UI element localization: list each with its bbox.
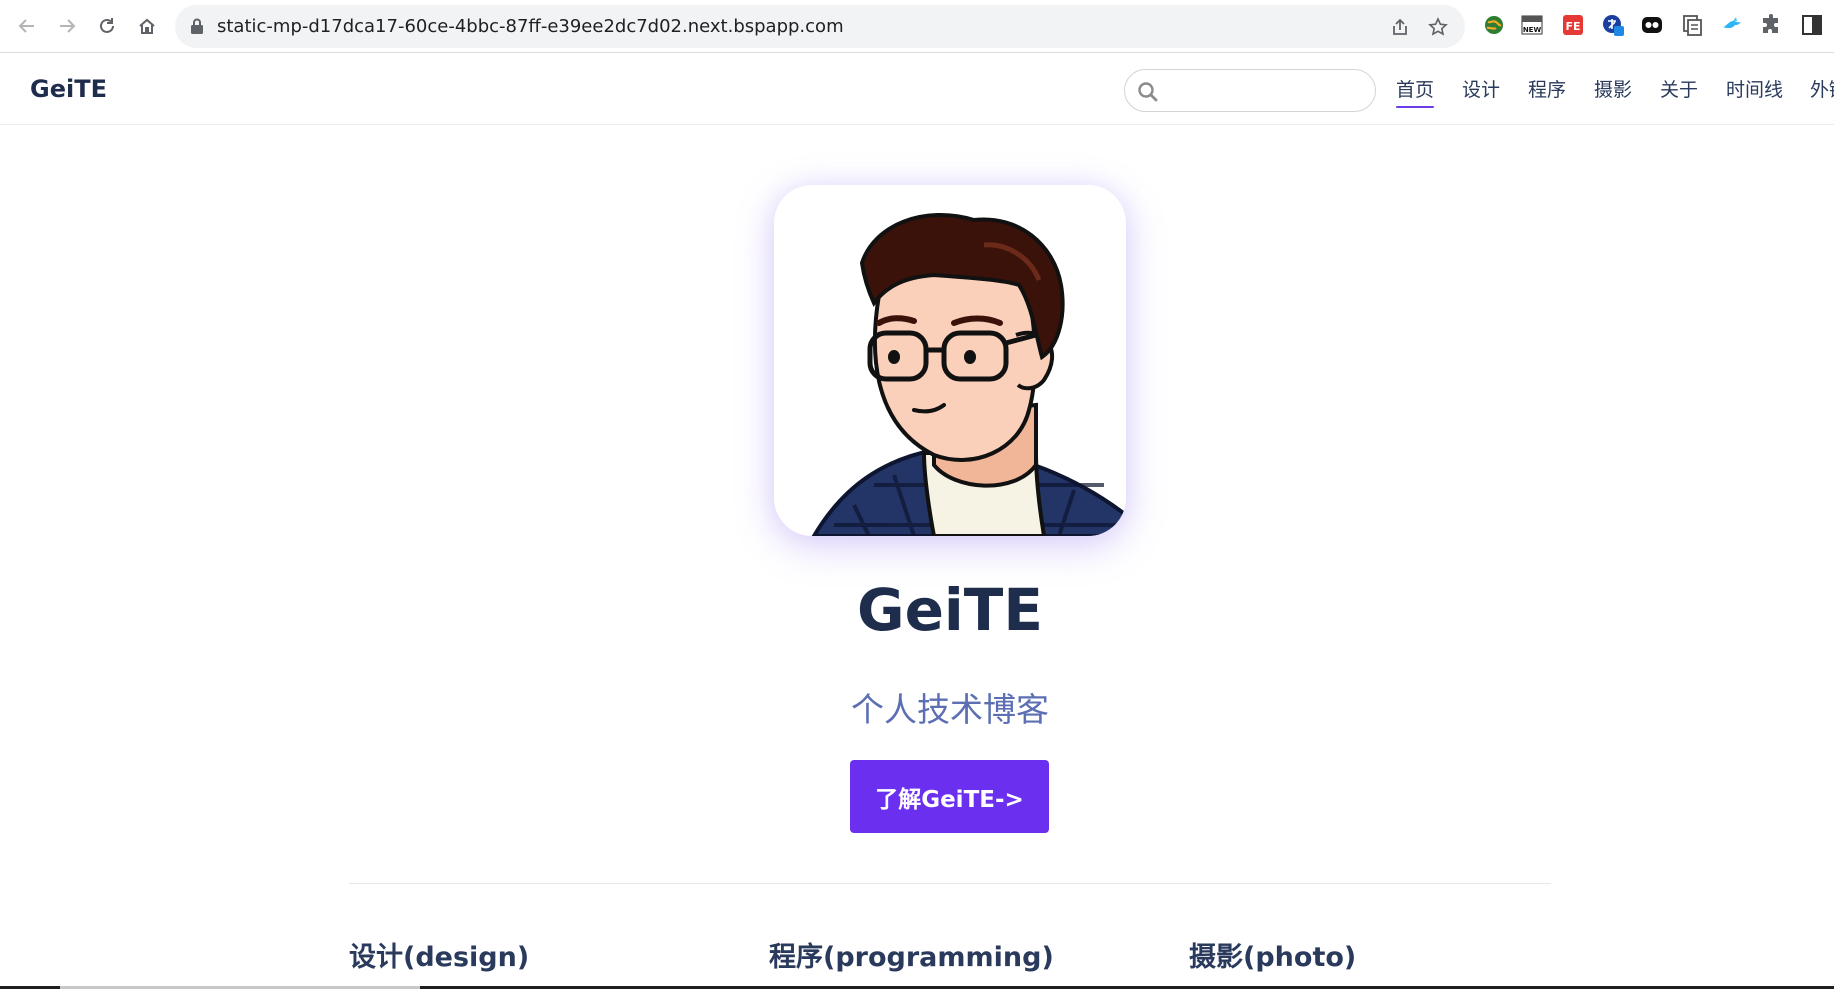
sidepanel-icon[interactable] bbox=[1800, 13, 1824, 37]
hero-subtitle: 个人技术博客 bbox=[851, 690, 1049, 729]
section-title-photo[interactable]: 摄影(photo) bbox=[1189, 935, 1356, 974]
avatar-illustration bbox=[811, 213, 1126, 536]
learn-more-button[interactable]: 了解GeiTE-> bbox=[850, 760, 1049, 833]
svg-text:FE: FE bbox=[1565, 20, 1580, 33]
back-button[interactable] bbox=[14, 13, 40, 39]
site-header: GeiTE 首页 设计 程序 摄影 关于 时间线 外链 bbox=[0, 53, 1834, 125]
home-icon bbox=[139, 18, 155, 34]
browser-toolbar: static-mp-d17dca17-60ce-4bbc-87ff-e39ee2… bbox=[0, 0, 1834, 53]
bookmark-star-icon[interactable] bbox=[1428, 17, 1448, 37]
lock-icon bbox=[191, 18, 203, 34]
fe-extension-icon[interactable]: FE bbox=[1561, 13, 1585, 37]
nav-item-about[interactable]: 关于 bbox=[1660, 75, 1698, 102]
bird-extension-icon[interactable] bbox=[1720, 13, 1744, 37]
forward-icon bbox=[60, 19, 76, 33]
forward-button[interactable] bbox=[54, 13, 80, 39]
section-title-programming[interactable]: 程序(programming) bbox=[769, 935, 1054, 974]
search-box[interactable] bbox=[1124, 69, 1376, 112]
back-icon bbox=[18, 19, 34, 33]
address-bar[interactable]: static-mp-d17dca17-60ce-4bbc-87ff-e39ee2… bbox=[175, 5, 1465, 48]
nav-item-links[interactable]: 外链 bbox=[1810, 75, 1834, 102]
svg-text:NEW: NEW bbox=[1523, 26, 1542, 34]
dots-extension-icon[interactable] bbox=[1640, 13, 1664, 37]
nav-item-timeline[interactable]: 时间线 bbox=[1726, 75, 1783, 102]
site-brand[interactable]: GeiTE bbox=[30, 75, 107, 103]
search-input[interactable] bbox=[1167, 78, 1362, 104]
search-icon bbox=[1138, 82, 1158, 102]
globe-extension-icon[interactable] bbox=[1482, 13, 1506, 37]
nav-item-photo[interactable]: 摄影 bbox=[1594, 75, 1632, 102]
new-extension-icon[interactable]: NEW bbox=[1520, 13, 1544, 37]
copy-extension-icon[interactable] bbox=[1680, 13, 1704, 37]
avatar bbox=[774, 185, 1126, 536]
home-button[interactable] bbox=[134, 13, 160, 39]
hero-title: GeiTE bbox=[856, 576, 1043, 644]
reload-button[interactable] bbox=[94, 13, 120, 39]
nav-item-home[interactable]: 首页 bbox=[1396, 75, 1435, 108]
url-text[interactable]: static-mp-d17dca17-60ce-4bbc-87ff-e39ee2… bbox=[217, 16, 844, 37]
section-divider bbox=[349, 883, 1551, 884]
share-icon[interactable] bbox=[1390, 17, 1410, 37]
section-title-design[interactable]: 设计(design) bbox=[349, 935, 529, 974]
translate-extension-icon[interactable] bbox=[1601, 13, 1625, 37]
nav-item-programming[interactable]: 程序 bbox=[1528, 75, 1566, 102]
nav-item-design[interactable]: 设计 bbox=[1462, 75, 1500, 102]
reload-icon bbox=[100, 18, 114, 33]
puzzle-extensions-icon[interactable] bbox=[1760, 13, 1784, 37]
